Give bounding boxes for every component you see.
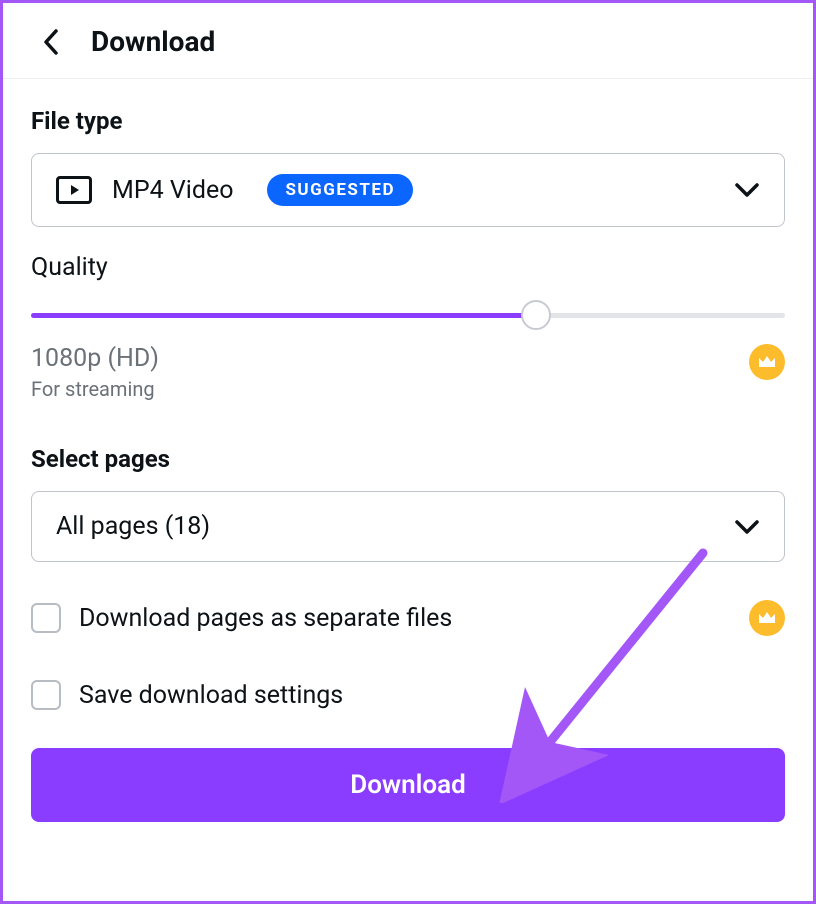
pages-dropdown[interactable]: All pages (18)	[31, 491, 785, 562]
separate-files-row: Download pages as separate files	[31, 600, 785, 636]
save-settings-label: Save download settings	[79, 681, 785, 710]
pages-value: All pages (18)	[56, 512, 210, 541]
video-icon	[56, 176, 92, 204]
panel-title: Download	[91, 25, 215, 58]
chevron-down-icon	[734, 519, 760, 535]
crown-icon	[757, 610, 777, 626]
quality-label: Quality	[31, 253, 785, 282]
suggested-badge: SUGGESTED	[267, 174, 413, 206]
dropdown-content: All pages (18)	[56, 512, 734, 541]
chevron-down-icon	[734, 182, 760, 198]
pages-section: Select pages All pages (18)	[31, 445, 785, 562]
quality-section: Quality 1080p (HD) For streaming	[31, 253, 785, 401]
premium-badge	[749, 600, 785, 636]
separate-files-checkbox[interactable]	[31, 603, 61, 633]
save-settings-checkbox[interactable]	[31, 680, 61, 710]
pages-label: Select pages	[31, 445, 785, 473]
quality-desc: For streaming	[31, 377, 159, 401]
premium-badge	[749, 344, 785, 380]
panel-header: Download	[3, 3, 813, 79]
panel-content: File type MP4 Video SUGGESTED Quality 10…	[3, 79, 813, 822]
slider-thumb[interactable]	[521, 300, 551, 330]
quality-slider[interactable]	[31, 300, 785, 330]
chevron-left-icon	[42, 28, 60, 56]
file-type-label: File type	[31, 107, 785, 135]
quality-value: 1080p (HD)	[31, 344, 159, 373]
slider-track	[31, 313, 785, 318]
save-settings-row: Save download settings	[31, 680, 785, 710]
quality-text: 1080p (HD) For streaming	[31, 344, 159, 401]
slider-fill	[31, 313, 536, 318]
download-button[interactable]: Download	[31, 748, 785, 822]
dropdown-content: MP4 Video SUGGESTED	[56, 174, 734, 206]
quality-info: 1080p (HD) For streaming	[31, 344, 785, 401]
file-type-dropdown[interactable]: MP4 Video SUGGESTED	[31, 153, 785, 227]
file-type-value: MP4 Video	[112, 176, 233, 205]
back-button[interactable]	[39, 30, 63, 54]
crown-icon	[757, 354, 777, 370]
separate-files-label: Download pages as separate files	[79, 604, 731, 633]
